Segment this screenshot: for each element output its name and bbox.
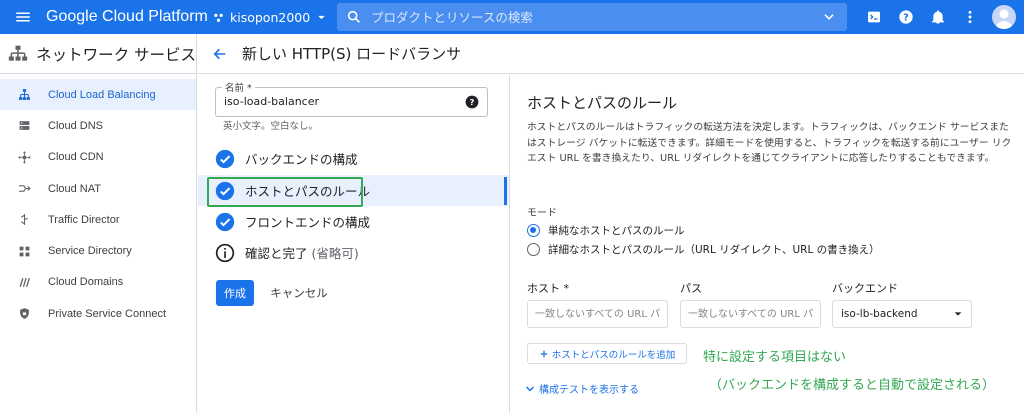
scroll-indicator[interactable] xyxy=(504,177,507,205)
dns-icon xyxy=(0,119,48,132)
sidebar-item-label: Cloud DNS xyxy=(48,119,104,132)
cancel-button[interactable]: キャンセル xyxy=(268,280,330,306)
sidebar-item-label: Cloud CDN xyxy=(48,151,104,164)
sidebar-item-cloud-load-balancing[interactable]: Cloud Load Balancing xyxy=(0,79,196,111)
check-circle-icon xyxy=(215,181,235,200)
radio-selected[interactable] xyxy=(527,224,540,237)
sidebar-item-cloud-nat[interactable]: Cloud NAT xyxy=(0,173,196,204)
stepper-panel: 名前 * ? 英小文字。空白なし。 バックエンドの構成 ホストとパスのルール フ… xyxy=(198,75,509,413)
sidebar-item-label: Cloud Domains xyxy=(48,276,124,289)
sidebar-item-label: Private Service Connect xyxy=(48,307,166,320)
chevron-down-icon[interactable] xyxy=(811,10,847,24)
host-input[interactable] xyxy=(528,301,667,327)
project-name: kisopon2000 xyxy=(230,9,311,25)
service-directory-icon xyxy=(0,245,48,258)
step-host-path-rules[interactable]: ホストとパスのルール xyxy=(198,175,509,206)
show-test-label: 構成テストを表示する xyxy=(539,385,639,396)
name-field[interactable]: 名前 * ? xyxy=(215,80,488,117)
page-header: 新しい HTTP(S) ロードバランサ xyxy=(198,34,1024,74)
sidebar-item-label: Cloud NAT xyxy=(48,182,101,195)
step-backend-config[interactable]: バックエンドの構成 xyxy=(198,143,509,174)
cloud-shell-icon[interactable] xyxy=(858,0,890,34)
top-bar: Google Cloud Platform kisopon2000 ? xyxy=(0,0,1024,34)
step-review-finalize[interactable]: 確認と完了 (省略可) xyxy=(198,237,509,268)
brand-title[interactable]: Google Cloud Platform xyxy=(46,8,212,26)
check-circle-icon xyxy=(215,149,235,168)
backend-column-label: バックエンド xyxy=(832,282,898,295)
name-hint: 英小文字。空白なし。 xyxy=(223,121,319,132)
help-icon[interactable]: ? xyxy=(890,0,922,34)
name-field-label: 名前 * xyxy=(222,80,255,94)
network-services-icon xyxy=(0,44,36,64)
dropdown-arrow-icon xyxy=(954,312,962,316)
project-dots-icon xyxy=(214,13,223,22)
sidebar-item-private-service-connect[interactable]: Private Service Connect xyxy=(0,298,196,329)
sidebar-item-cloud-cdn[interactable]: Cloud CDN xyxy=(0,142,196,173)
sidebar-header: ネットワーク サービス xyxy=(0,34,196,74)
step-frontend-config[interactable]: フロントエンドの構成 xyxy=(198,206,509,237)
host-field[interactable] xyxy=(527,300,668,328)
search-input[interactable] xyxy=(371,9,811,25)
annotation-note-detail: （バックエンドを構成すると自動で設定される） xyxy=(709,378,996,393)
section-title: ホストとパスのルール xyxy=(527,94,678,112)
name-input[interactable] xyxy=(224,95,454,108)
nat-icon xyxy=(0,182,48,195)
svg-text:?: ? xyxy=(903,12,908,23)
annotation-note: 特に設定する項目はない xyxy=(703,350,847,365)
traffic-director-icon xyxy=(0,213,48,226)
show-config-test-link[interactable]: 構成テストを表示する xyxy=(524,381,639,396)
search-bar[interactable] xyxy=(337,3,847,31)
mode-option-label: 詳細なホストとパスのルール（URL リダイレクト、URL の書き換え） xyxy=(548,244,880,256)
notifications-icon[interactable] xyxy=(922,0,954,34)
caret-down-icon xyxy=(318,15,325,19)
path-field[interactable] xyxy=(680,300,821,328)
menu-icon[interactable] xyxy=(0,0,46,34)
back-arrow-icon[interactable] xyxy=(198,46,242,62)
add-host-path-rule-button[interactable]: ホストとパスのルールを追加 xyxy=(527,343,687,364)
step-label: フロントエンドの構成 xyxy=(245,215,371,230)
mode-advanced-option[interactable]: 詳細なホストとパスのルール（URL リダイレクト、URL の書き換え） xyxy=(527,242,880,257)
sidebar-item-cloud-dns[interactable]: Cloud DNS xyxy=(0,110,196,141)
avatar[interactable] xyxy=(992,5,1016,29)
check-circle-icon xyxy=(215,212,235,231)
info-icon xyxy=(215,243,235,262)
project-selector[interactable]: kisopon2000 xyxy=(212,10,336,25)
add-rule-label: ホストとパスのルールを追加 xyxy=(551,349,676,361)
more-vert-icon[interactable] xyxy=(954,0,986,34)
path-column-label: パス xyxy=(680,282,702,295)
load-balancing-icon xyxy=(0,88,48,101)
sidebar: ネットワーク サービス Cloud Load Balancing Cloud D… xyxy=(0,34,197,413)
sidebar-item-label: Service Directory xyxy=(48,245,132,258)
mode-option-label: 単純なホストとパスのルール xyxy=(548,225,685,237)
sidebar-item-service-directory[interactable]: Service Directory xyxy=(0,235,196,266)
host-column-label: ホスト * xyxy=(527,282,569,295)
mode-label: モード xyxy=(527,208,557,219)
step-label: 確認と完了 xyxy=(245,246,308,261)
radio-unselected[interactable] xyxy=(527,243,540,256)
step-optional-suffix: (省略可) xyxy=(311,246,359,261)
section-description: ホストとパスのルールはトラフィックの転送方法を決定します。トラフィックは、バック… xyxy=(527,122,1012,164)
sidebar-item-traffic-director[interactable]: Traffic Director xyxy=(0,204,196,235)
host-path-rules-panel: ホストとパスのルール ホストとパスのルールはトラフィックの転送方法を決定します。… xyxy=(509,75,1024,413)
plus-icon xyxy=(540,350,548,357)
step-label: バックエンドの構成 xyxy=(245,152,358,167)
step-label: ホストとパスのルール xyxy=(245,184,371,199)
backend-select-value: iso-lb-backend xyxy=(841,308,918,320)
chevron-down-icon xyxy=(525,385,535,392)
help-circle-icon[interactable]: ? xyxy=(465,95,479,109)
svg-text:?: ? xyxy=(470,97,475,107)
sidebar-item-cloud-domains[interactable]: Cloud Domains xyxy=(0,267,196,298)
mode-simple-option[interactable]: 単純なホストとパスのルール xyxy=(527,223,685,238)
sidebar-item-label: Traffic Director xyxy=(48,213,120,226)
backend-select[interactable]: iso-lb-backend xyxy=(832,300,972,328)
create-button[interactable]: 作成 xyxy=(216,280,254,306)
path-input[interactable] xyxy=(681,301,820,327)
cdn-icon xyxy=(0,151,48,164)
search-icon xyxy=(337,9,371,25)
page-title: 新しい HTTP(S) ロードバランサ xyxy=(242,45,462,63)
sidebar-title: ネットワーク サービス xyxy=(36,45,196,64)
private-service-connect-icon xyxy=(0,307,48,320)
domains-icon xyxy=(0,276,48,289)
sidebar-item-label: Cloud Load Balancing xyxy=(48,88,156,101)
